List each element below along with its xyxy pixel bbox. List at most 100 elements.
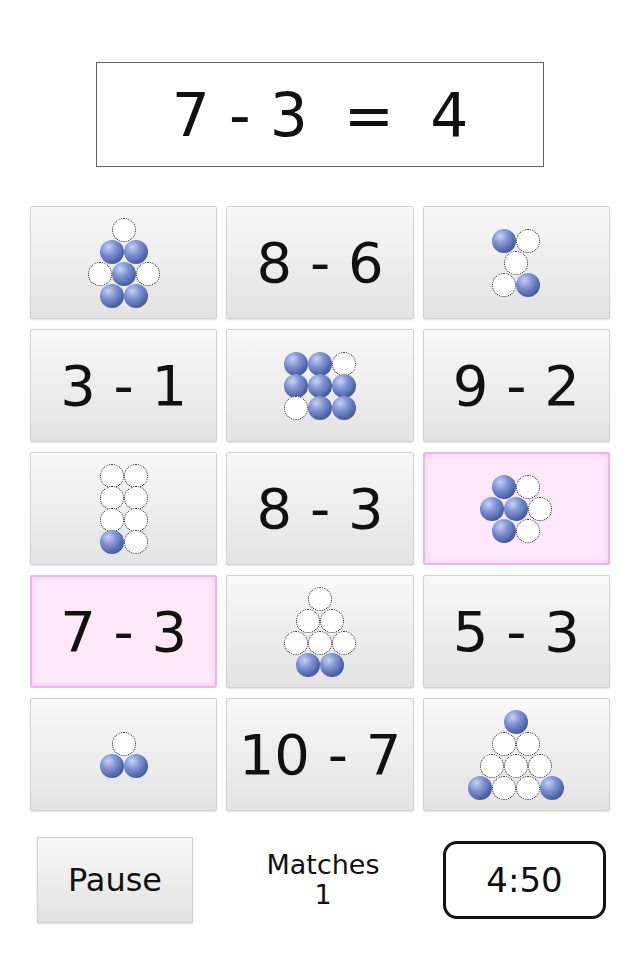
filled-ball-icon bbox=[516, 273, 540, 297]
dot-row bbox=[480, 498, 552, 520]
empty-ball-icon bbox=[528, 754, 552, 778]
filled-ball-icon bbox=[308, 396, 332, 420]
empty-ball-icon bbox=[516, 519, 540, 543]
tile-expression: 8 - 3 bbox=[256, 476, 383, 541]
filled-ball-icon bbox=[124, 240, 148, 264]
empty-ball-icon bbox=[100, 508, 124, 532]
equation-display: 7 - 3=4 bbox=[96, 62, 544, 167]
dot-row bbox=[100, 465, 148, 487]
empty-ball-icon bbox=[112, 732, 136, 756]
footer: Pause Matches1 4:50 bbox=[0, 837, 640, 923]
dot-row bbox=[284, 353, 356, 375]
game-screen: 7 - 3 = 4 8 - 6 3 - 1 9 - 2 8 - 3 7 - 3 5 - 3 10 … bbox=[0, 0, 640, 960]
empty-ball-icon bbox=[112, 218, 136, 242]
dot-row bbox=[308, 588, 332, 610]
tile[interactable] bbox=[423, 206, 610, 319]
tile[interactable]: 3 - 1 bbox=[30, 329, 217, 442]
tile-expression: 7 - 3 bbox=[60, 599, 187, 664]
empty-ball-icon bbox=[124, 486, 148, 510]
tile[interactable]: 9 - 2 bbox=[423, 329, 610, 442]
filled-ball-icon bbox=[284, 352, 308, 376]
empty-ball-icon bbox=[516, 475, 540, 499]
tile-expression: 8 - 6 bbox=[256, 230, 383, 295]
empty-ball-icon bbox=[308, 587, 332, 611]
empty-ball-icon bbox=[284, 631, 308, 655]
filled-ball-icon bbox=[480, 497, 504, 521]
filled-ball-icon bbox=[332, 396, 356, 420]
tile-expression: 3 - 1 bbox=[60, 353, 187, 418]
tile[interactable]: 8 - 3 bbox=[226, 452, 413, 565]
filled-ball-icon bbox=[100, 754, 124, 778]
dot-row bbox=[480, 755, 552, 777]
equation-result: 4 bbox=[430, 80, 468, 150]
empty-ball-icon bbox=[88, 262, 112, 286]
tile[interactable] bbox=[30, 452, 217, 565]
dot-row bbox=[112, 733, 136, 755]
empty-ball-icon bbox=[124, 508, 148, 532]
dot-row bbox=[284, 632, 356, 654]
tile[interactable] bbox=[30, 698, 217, 811]
filled-ball-icon bbox=[100, 530, 124, 554]
empty-ball-icon bbox=[492, 776, 516, 800]
pause-button[interactable]: Pause bbox=[37, 837, 193, 923]
empty-ball-icon bbox=[492, 732, 516, 756]
tile[interactable] bbox=[423, 698, 610, 811]
dot-row bbox=[296, 610, 344, 632]
dot-row bbox=[492, 520, 540, 542]
dot-figure bbox=[284, 353, 356, 419]
empty-ball-icon bbox=[516, 732, 540, 756]
tile-expression: 9 - 2 bbox=[453, 353, 580, 418]
dot-row bbox=[492, 476, 540, 498]
dot-figure bbox=[480, 476, 552, 542]
empty-ball-icon bbox=[308, 631, 332, 655]
dot-row bbox=[88, 263, 160, 285]
filled-ball-icon bbox=[296, 653, 320, 677]
tile[interactable]: 5 - 3 bbox=[423, 575, 610, 688]
dot-row bbox=[468, 777, 564, 799]
tile[interactable]: 7 - 3 bbox=[30, 575, 217, 688]
matches-counter: Matches1 bbox=[266, 850, 379, 909]
dot-figure bbox=[88, 219, 160, 307]
tile[interactable] bbox=[30, 206, 217, 319]
tile-expression: 10 - 7 bbox=[239, 722, 402, 787]
filled-ball-icon bbox=[284, 374, 308, 398]
filled-ball-icon bbox=[100, 284, 124, 308]
empty-ball-icon bbox=[100, 486, 124, 510]
empty-ball-icon bbox=[332, 352, 356, 376]
filled-ball-icon bbox=[124, 754, 148, 778]
dot-row bbox=[112, 219, 136, 241]
filled-ball-icon bbox=[492, 519, 516, 543]
tile[interactable] bbox=[226, 575, 413, 688]
filled-ball-icon bbox=[468, 776, 492, 800]
tile-grid: 8 - 6 3 - 1 9 - 2 8 - 3 7 - 3 5 - 3 10 - 7 bbox=[30, 206, 610, 811]
empty-ball-icon bbox=[516, 776, 540, 800]
empty-ball-icon bbox=[504, 754, 528, 778]
empty-ball-icon bbox=[320, 609, 344, 633]
empty-ball-icon bbox=[284, 396, 308, 420]
tile[interactable]: 10 - 7 bbox=[226, 698, 413, 811]
tile-expression: 5 - 3 bbox=[453, 599, 580, 664]
empty-ball-icon bbox=[124, 464, 148, 488]
filled-ball-icon bbox=[504, 497, 528, 521]
filled-ball-icon bbox=[308, 352, 332, 376]
filled-ball-icon bbox=[492, 475, 516, 499]
empty-ball-icon bbox=[100, 464, 124, 488]
filled-ball-icon bbox=[100, 240, 124, 264]
filled-ball-icon bbox=[308, 374, 332, 398]
filled-ball-icon bbox=[492, 229, 516, 253]
empty-ball-icon bbox=[492, 273, 516, 297]
timer: 4:50 bbox=[443, 841, 606, 919]
tile[interactable] bbox=[226, 329, 413, 442]
filled-ball-icon bbox=[504, 710, 528, 734]
empty-ball-icon bbox=[528, 497, 552, 521]
dot-row bbox=[492, 274, 540, 296]
tile[interactable]: 8 - 6 bbox=[226, 206, 413, 319]
equation-sign: = bbox=[344, 80, 394, 150]
dot-figure bbox=[100, 733, 148, 777]
empty-ball-icon bbox=[480, 754, 504, 778]
filled-ball-icon bbox=[332, 374, 356, 398]
dot-row bbox=[100, 487, 148, 509]
tile[interactable] bbox=[423, 452, 610, 565]
empty-ball-icon bbox=[332, 631, 356, 655]
dot-row bbox=[100, 241, 148, 263]
